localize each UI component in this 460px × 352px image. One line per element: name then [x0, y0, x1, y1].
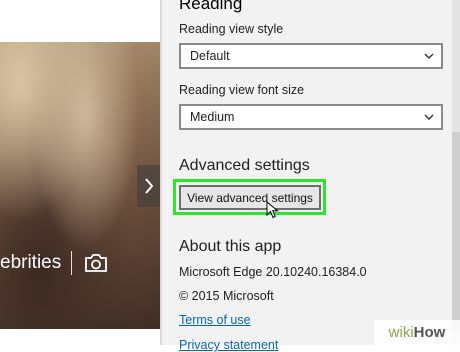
chevron-right-icon: [144, 178, 153, 194]
reading-view-style-select[interactable]: Default: [179, 43, 443, 69]
terms-of-use-link[interactable]: Terms of use: [179, 313, 251, 327]
chevron-down-icon: [424, 114, 434, 120]
reading-view-font-size-select[interactable]: Medium: [179, 104, 443, 130]
reading-view-style-value: Default: [190, 49, 230, 63]
camera-icon[interactable]: [84, 253, 108, 273]
hero-photo: [0, 42, 160, 329]
wikihow-watermark: wiki How: [374, 320, 460, 345]
chevron-down-icon: [424, 53, 434, 59]
reading-heading: Reading: [179, 0, 243, 13]
privacy-statement-link[interactable]: Privacy statement: [179, 338, 278, 352]
advanced-settings-heading: Advanced settings: [179, 157, 310, 174]
copyright-text: © 2015 Microsoft: [179, 289, 274, 303]
photo-caption: ebrities: [0, 248, 108, 278]
content-area: ebrities: [0, 0, 160, 345]
next-arrow-button[interactable]: [137, 165, 160, 207]
mouse-cursor-icon: [266, 201, 279, 219]
app-version: Microsoft Edge 20.10240.16384.0: [179, 265, 367, 279]
reading-view-font-size-label: Reading view font size: [179, 83, 305, 97]
caption-divider: [71, 251, 73, 275]
reading-view-style-label: Reading view style: [179, 22, 284, 36]
view-advanced-settings-button[interactable]: View advanced settings: [179, 185, 321, 210]
watermark-how: How: [413, 324, 446, 341]
about-app-heading: About this app: [179, 238, 282, 255]
pane-edge: [160, 0, 162, 345]
scrollbar-thumb[interactable]: [452, 132, 460, 332]
caption-text: ebrities: [0, 252, 62, 273]
watermark-wiki: wiki: [388, 324, 414, 341]
reading-view-font-size-value: Medium: [190, 110, 235, 124]
